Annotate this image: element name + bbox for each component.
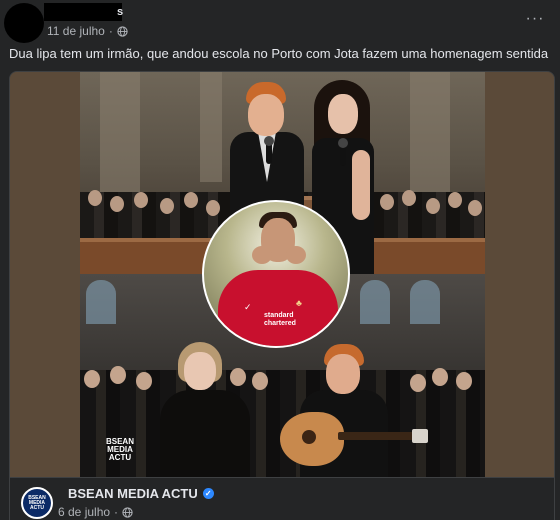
author-avatar[interactable] xyxy=(4,3,44,43)
media-watermark: BSEAN MEDIA ACTU xyxy=(105,437,134,462)
globe-icon[interactable] xyxy=(117,25,128,37)
cathedral-column xyxy=(410,72,450,192)
page-avatar[interactable]: BSEAN MEDIA ACTU xyxy=(21,487,53,519)
guitar-headstock xyxy=(412,429,428,443)
cathedral-column xyxy=(100,72,140,192)
post-meta: 11 de julho · xyxy=(47,24,128,38)
shared-post-date[interactable]: 6 de julho xyxy=(58,505,110,519)
heart-hands-left xyxy=(252,246,272,264)
club-crest-icon: ♣ xyxy=(296,298,302,308)
stained-window xyxy=(410,280,440,324)
author-name-redaction xyxy=(44,3,122,21)
page-name[interactable]: BSEAN MEDIA ACTU xyxy=(68,486,198,501)
stained-window xyxy=(360,280,390,324)
more-horizontal-icon: ··· xyxy=(525,10,545,27)
guitar-icon xyxy=(280,412,344,466)
page-name-row: BSEAN MEDIA ACTU ✓ xyxy=(68,486,214,501)
shirt-sponsor: standard chartered xyxy=(264,312,296,327)
post-caption: Dua lipa tem um irmão, que andou escola … xyxy=(9,46,549,61)
shared-post-meta: 6 de julho · xyxy=(58,505,133,519)
guitar-neck xyxy=(338,432,416,440)
globe-icon[interactable] xyxy=(122,506,133,518)
meta-separator: · xyxy=(114,505,119,519)
more-options-button[interactable]: ··· xyxy=(522,6,548,32)
shared-post-card[interactable]: BSEAN MEDIA ACTU ✓ ♣ standard chartered xyxy=(9,71,555,520)
heart-hands-right xyxy=(286,246,306,264)
cathedral-column xyxy=(200,72,222,182)
stained-window xyxy=(86,280,116,324)
post-date[interactable]: 11 de julho xyxy=(47,24,105,38)
female-singer-bottom xyxy=(160,342,250,477)
player-inset-circle: ✓ ♣ standard chartered xyxy=(202,200,350,348)
shirt-brand-mark: ✓ xyxy=(244,302,252,312)
photo-collage[interactable]: BSEAN MEDIA ACTU ✓ ♣ standard chartered xyxy=(80,72,485,477)
author-name-fragment[interactable]: s xyxy=(117,5,123,19)
shared-post-footer: BSEAN MEDIA ACTU BSEAN MEDIA ACTU ✓ 6 de… xyxy=(10,477,554,520)
shared-photo-frame[interactable]: BSEAN MEDIA ACTU ✓ ♣ standard chartered xyxy=(10,72,554,477)
meta-separator: · xyxy=(108,24,113,38)
microphone-icon xyxy=(338,138,348,166)
post-header: s 11 de julho · ··· xyxy=(0,0,560,43)
verified-badge-icon: ✓ xyxy=(202,488,214,499)
red-jersey xyxy=(218,270,338,346)
microphone-icon xyxy=(264,136,274,164)
